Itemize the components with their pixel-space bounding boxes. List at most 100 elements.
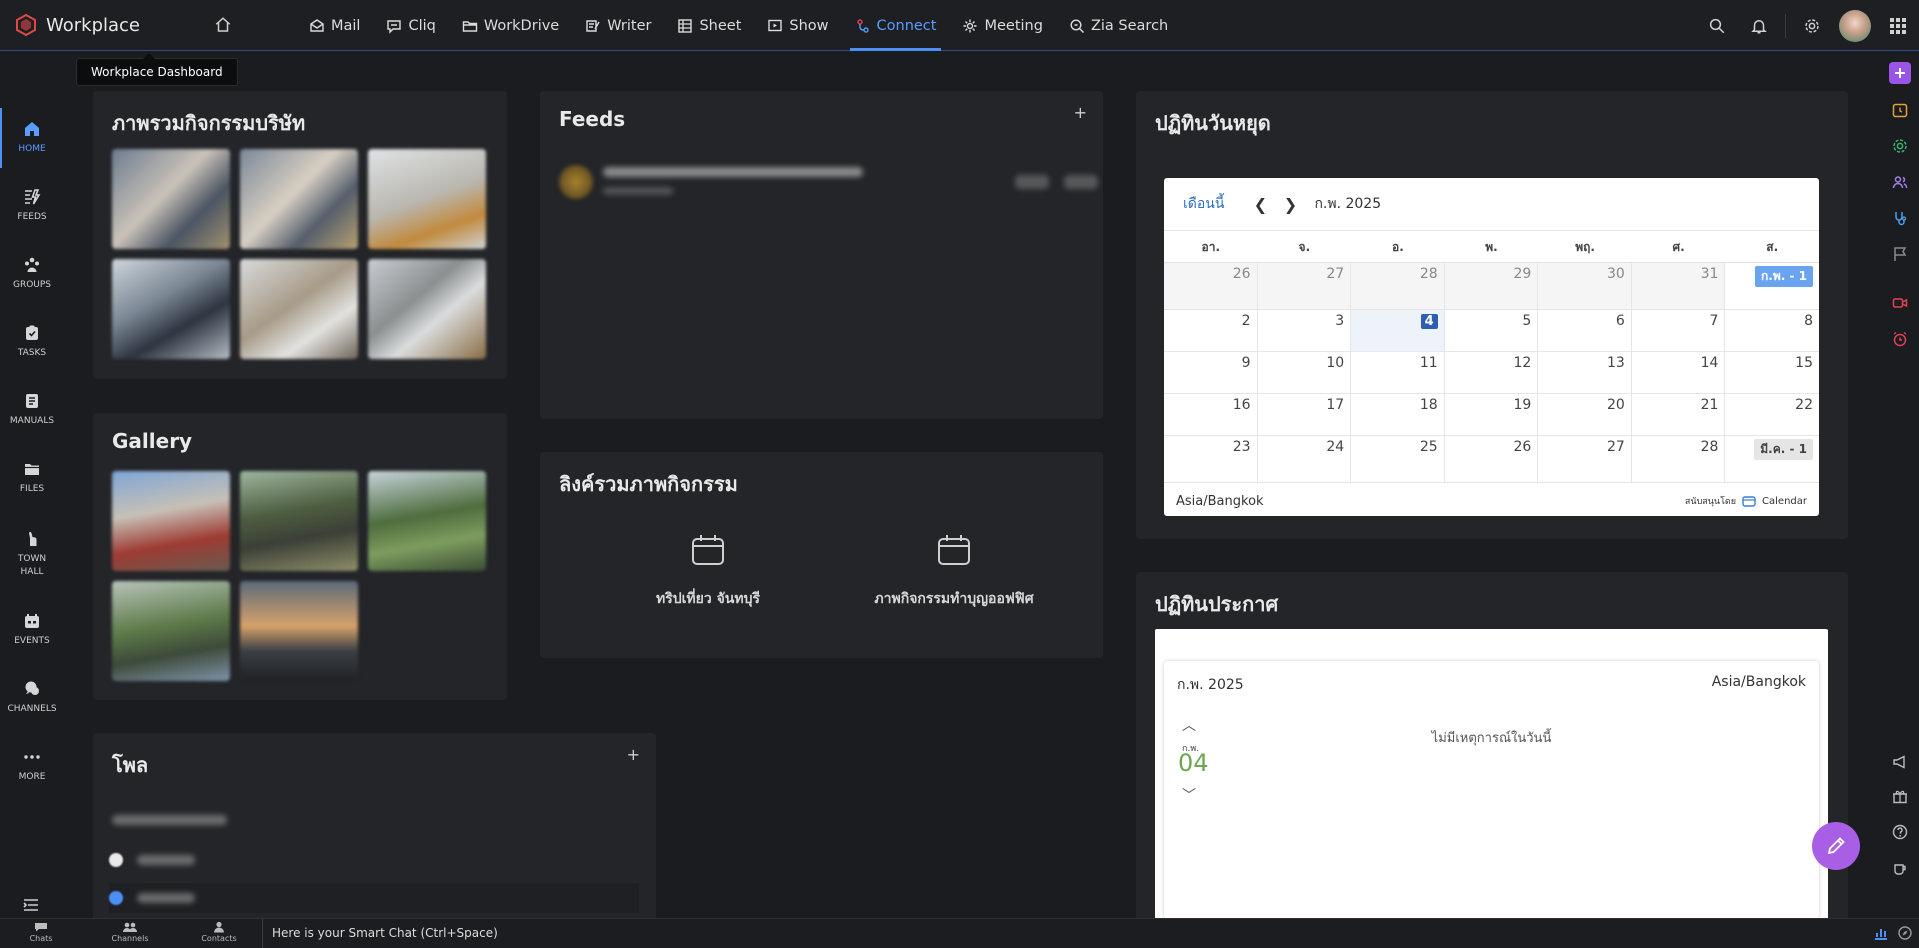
calendar-day[interactable]: 14 bbox=[1632, 352, 1726, 393]
link-item-chanthaburi[interactable]: ทริปเที่ยว จันทบุรี bbox=[588, 534, 828, 610]
link-item-merit[interactable]: ภาพกิจกรรมทำบุญออฟฟิศ bbox=[834, 534, 1074, 610]
calendar-day[interactable]: 30 bbox=[1538, 263, 1632, 309]
notifications-button[interactable] bbox=[1738, 5, 1780, 47]
sidebar-item-feeds[interactable]: FEEDS bbox=[0, 172, 64, 240]
feed-like-blurred[interactable] bbox=[1015, 175, 1049, 189]
calendar-day[interactable]: 31 bbox=[1631, 263, 1726, 309]
calendar-day[interactable]: 7 bbox=[1632, 310, 1726, 351]
activity-photo[interactable] bbox=[240, 259, 358, 359]
sidebar-item-files[interactable]: FILES bbox=[0, 444, 64, 512]
nav-connect[interactable]: Connect bbox=[842, 0, 950, 51]
sidebar-item-more[interactable]: MORE bbox=[0, 732, 64, 800]
sidebar-item-channels[interactable]: CHANNELS bbox=[0, 664, 64, 732]
poll-radio[interactable] bbox=[109, 891, 123, 905]
calendar-day[interactable]: 3 bbox=[1258, 310, 1352, 351]
activity-photo[interactable] bbox=[112, 149, 230, 249]
calendar-day[interactable]: 17 bbox=[1258, 394, 1352, 435]
poll-option[interactable] bbox=[109, 883, 639, 913]
calendar-day[interactable]: 10 bbox=[1258, 352, 1352, 393]
nav-writer[interactable]: Writer bbox=[572, 0, 664, 51]
people-button[interactable] bbox=[1889, 171, 1911, 193]
collapse-sidebar-button[interactable] bbox=[22, 897, 40, 917]
gift-button[interactable] bbox=[1889, 785, 1911, 807]
day-down-button[interactable]: ﹀ bbox=[1182, 785, 1196, 805]
activity-photo[interactable] bbox=[240, 149, 358, 249]
this-month-button[interactable]: เดือนนี้ bbox=[1183, 193, 1224, 215]
calendar-day[interactable]: มี.ค. - 1 bbox=[1725, 436, 1819, 482]
calendar-day[interactable]: 25 bbox=[1351, 436, 1445, 482]
smart-chat-bar[interactable]: Here is your Smart Chat (Ctrl+Space) bbox=[262, 919, 498, 948]
calendar-day[interactable]: 13 bbox=[1538, 352, 1632, 393]
alarm-button[interactable] bbox=[1889, 328, 1911, 350]
calendar-day[interactable]: 27 bbox=[1257, 263, 1352, 309]
nav-cliq[interactable]: Cliq bbox=[373, 0, 448, 51]
compose-fab[interactable] bbox=[1812, 822, 1860, 870]
next-month-button[interactable]: ❯ bbox=[1280, 195, 1300, 214]
calendar-day[interactable]: 28 bbox=[1632, 436, 1726, 482]
add-poll-button[interactable]: + bbox=[627, 745, 640, 764]
bottom-chats-button[interactable]: Chats bbox=[11, 921, 71, 943]
search-button[interactable] bbox=[1696, 5, 1738, 47]
gallery-photo[interactable] bbox=[368, 471, 486, 571]
nav-zia-search[interactable]: Zia Search bbox=[1056, 0, 1181, 51]
help-button[interactable] bbox=[1889, 821, 1911, 843]
calendar-day[interactable]: ก.พ. - 1 bbox=[1725, 263, 1819, 309]
calendar-day[interactable]: 16 bbox=[1164, 394, 1258, 435]
brand[interactable]: Workplace bbox=[14, 13, 140, 37]
calendar-day[interactable]: 23 bbox=[1164, 436, 1258, 482]
sidebar-item-events[interactable]: EVENTS bbox=[0, 596, 64, 664]
calendar-day[interactable]: 26 bbox=[1445, 436, 1539, 482]
calendar-day[interactable]: 20 bbox=[1538, 394, 1632, 435]
nav-mail[interactable]: Mail bbox=[296, 0, 373, 51]
sidebar-item-groups[interactable]: GROUPS bbox=[0, 240, 64, 308]
calendar-day[interactable]: 18 bbox=[1351, 394, 1445, 435]
app-launcher-button[interactable] bbox=[1877, 5, 1919, 47]
settings-button[interactable] bbox=[1791, 5, 1833, 47]
calendar-day[interactable]: 27 bbox=[1538, 436, 1632, 482]
nav-meeting[interactable]: Meeting bbox=[949, 0, 1055, 51]
sidebar-item-manuals[interactable]: MANUALS bbox=[0, 376, 64, 444]
video-button[interactable] bbox=[1889, 292, 1911, 314]
calendar-day[interactable]: 2 bbox=[1164, 310, 1258, 351]
prev-month-button[interactable]: ❮ bbox=[1250, 195, 1270, 214]
calendar-day[interactable]: 12 bbox=[1445, 352, 1539, 393]
chart-icon[interactable] bbox=[1873, 925, 1889, 941]
activity-photo[interactable] bbox=[368, 149, 486, 249]
feed-comment-blurred[interactable] bbox=[1064, 175, 1098, 189]
feed-item[interactable] bbox=[559, 161, 1098, 205]
whats-new-button[interactable] bbox=[1889, 857, 1911, 879]
calendar-day-today[interactable]: 4 bbox=[1351, 310, 1445, 351]
calendar-day[interactable]: 15 bbox=[1725, 352, 1819, 393]
dashboard-home-button[interactable] bbox=[212, 14, 234, 36]
nav-show[interactable]: Show bbox=[754, 0, 841, 51]
sidebar-item-tasks[interactable]: TASKS bbox=[0, 308, 64, 376]
reminder-button[interactable] bbox=[1889, 99, 1911, 121]
activity-photo[interactable] bbox=[112, 259, 230, 359]
powered-by[interactable]: สนับสนุนโดย Calendar bbox=[1685, 494, 1807, 508]
add-feed-button[interactable]: + bbox=[1074, 103, 1087, 122]
settings-shortcut-button[interactable] bbox=[1889, 135, 1911, 157]
calendar-day[interactable]: 11 bbox=[1351, 352, 1445, 393]
sidebar-item-town-hall[interactable]: TOWN HALL bbox=[0, 512, 64, 596]
gallery-photo[interactable] bbox=[240, 581, 358, 681]
connect-shortcut-button[interactable] bbox=[1889, 207, 1911, 229]
calendar-day[interactable]: 8 bbox=[1725, 310, 1819, 351]
compass-icon[interactable] bbox=[1897, 925, 1913, 941]
calendar-day[interactable]: 28 bbox=[1351, 263, 1445, 309]
sidebar-item-home[interactable]: HOME bbox=[0, 104, 64, 172]
activity-photo[interactable] bbox=[368, 259, 486, 359]
announce-button[interactable] bbox=[1889, 751, 1911, 773]
calendar-day[interactable]: 22 bbox=[1725, 394, 1819, 435]
calendar-day[interactable]: 19 bbox=[1445, 394, 1539, 435]
calendar-day[interactable]: 5 bbox=[1445, 310, 1539, 351]
nav-sheet[interactable]: Sheet bbox=[664, 0, 754, 51]
flag-button[interactable] bbox=[1889, 243, 1911, 265]
calendar-day[interactable]: 21 bbox=[1632, 394, 1726, 435]
calendar-day[interactable]: 6 bbox=[1538, 310, 1632, 351]
gallery-photo[interactable] bbox=[240, 471, 358, 571]
calendar-day[interactable]: 26 bbox=[1164, 263, 1258, 309]
bottom-contacts-button[interactable]: Contacts bbox=[189, 921, 249, 943]
calendar-day[interactable]: 29 bbox=[1444, 263, 1539, 309]
avatar[interactable] bbox=[1839, 9, 1871, 42]
gallery-photo[interactable] bbox=[112, 581, 230, 681]
